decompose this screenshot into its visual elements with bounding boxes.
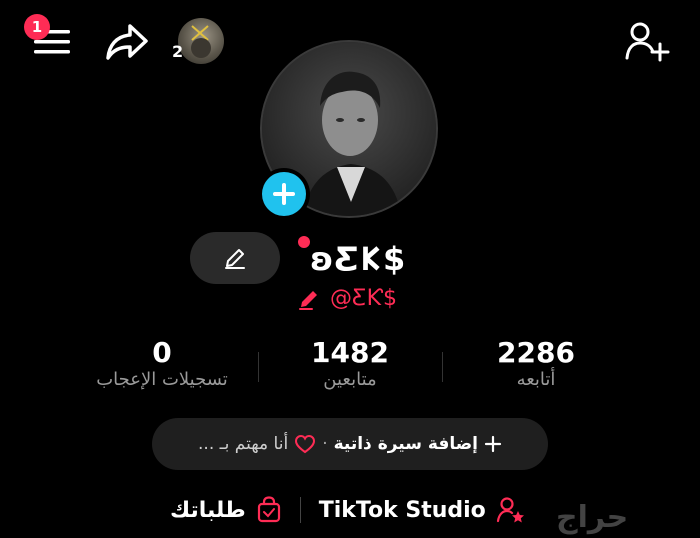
username-row[interactable]: @ƸƘ$ (298, 286, 397, 311)
stat-label: تسجيلات الإعجاب (96, 369, 228, 390)
plus-icon (484, 435, 502, 453)
stat-likes[interactable]: 0 تسجيلات الإعجاب (72, 336, 252, 390)
stat-label: متابعين (323, 369, 377, 390)
pencil-icon (222, 245, 248, 271)
add-bio-button[interactable]: إضافة سيرة ذاتية · أنا مهتم بـ ... (152, 418, 548, 470)
add-bio-label: إضافة سيرة ذاتية (333, 434, 478, 454)
bio-separator: · (322, 434, 328, 454)
stat-following[interactable]: 2286 أتابعه (446, 336, 626, 390)
studio-person-icon[interactable] (496, 496, 526, 524)
add-avatar-button[interactable] (258, 168, 310, 220)
stat-value: 1482 (311, 336, 389, 369)
edit-profile-button[interactable] (190, 232, 280, 284)
stat-value: 0 (152, 336, 172, 369)
friend-avatar[interactable] (178, 18, 224, 64)
watermark-logo: حراج (556, 500, 629, 535)
username: @ƸƘ$ (330, 286, 398, 311)
display-name: ʚƸ𐌊$ (310, 240, 407, 278)
orders-label[interactable]: طلباتك (170, 498, 246, 523)
heart-icon (294, 434, 316, 454)
studio-label[interactable]: TikTok Studio (319, 498, 486, 523)
add-friend-icon[interactable] (624, 20, 670, 64)
stat-value: 2286 (497, 336, 575, 369)
stat-followers[interactable]: 1482 متابعين (260, 336, 440, 390)
online-status-dot (298, 236, 310, 248)
bottom-links: طلباتك TikTok Studio (170, 496, 526, 524)
stat-divider (258, 352, 259, 382)
stat-divider (442, 352, 443, 382)
stat-label: أتابعه (516, 369, 556, 390)
share-icon[interactable] (104, 20, 150, 64)
interests-label: أنا مهتم بـ ... (198, 434, 289, 454)
notification-badge: 1 (24, 14, 50, 40)
bottom-divider (299, 497, 301, 523)
friend-count: 2 (172, 42, 184, 61)
pencil-icon (298, 288, 322, 310)
plus-icon (262, 172, 306, 216)
shopping-bag-icon[interactable] (256, 496, 282, 524)
